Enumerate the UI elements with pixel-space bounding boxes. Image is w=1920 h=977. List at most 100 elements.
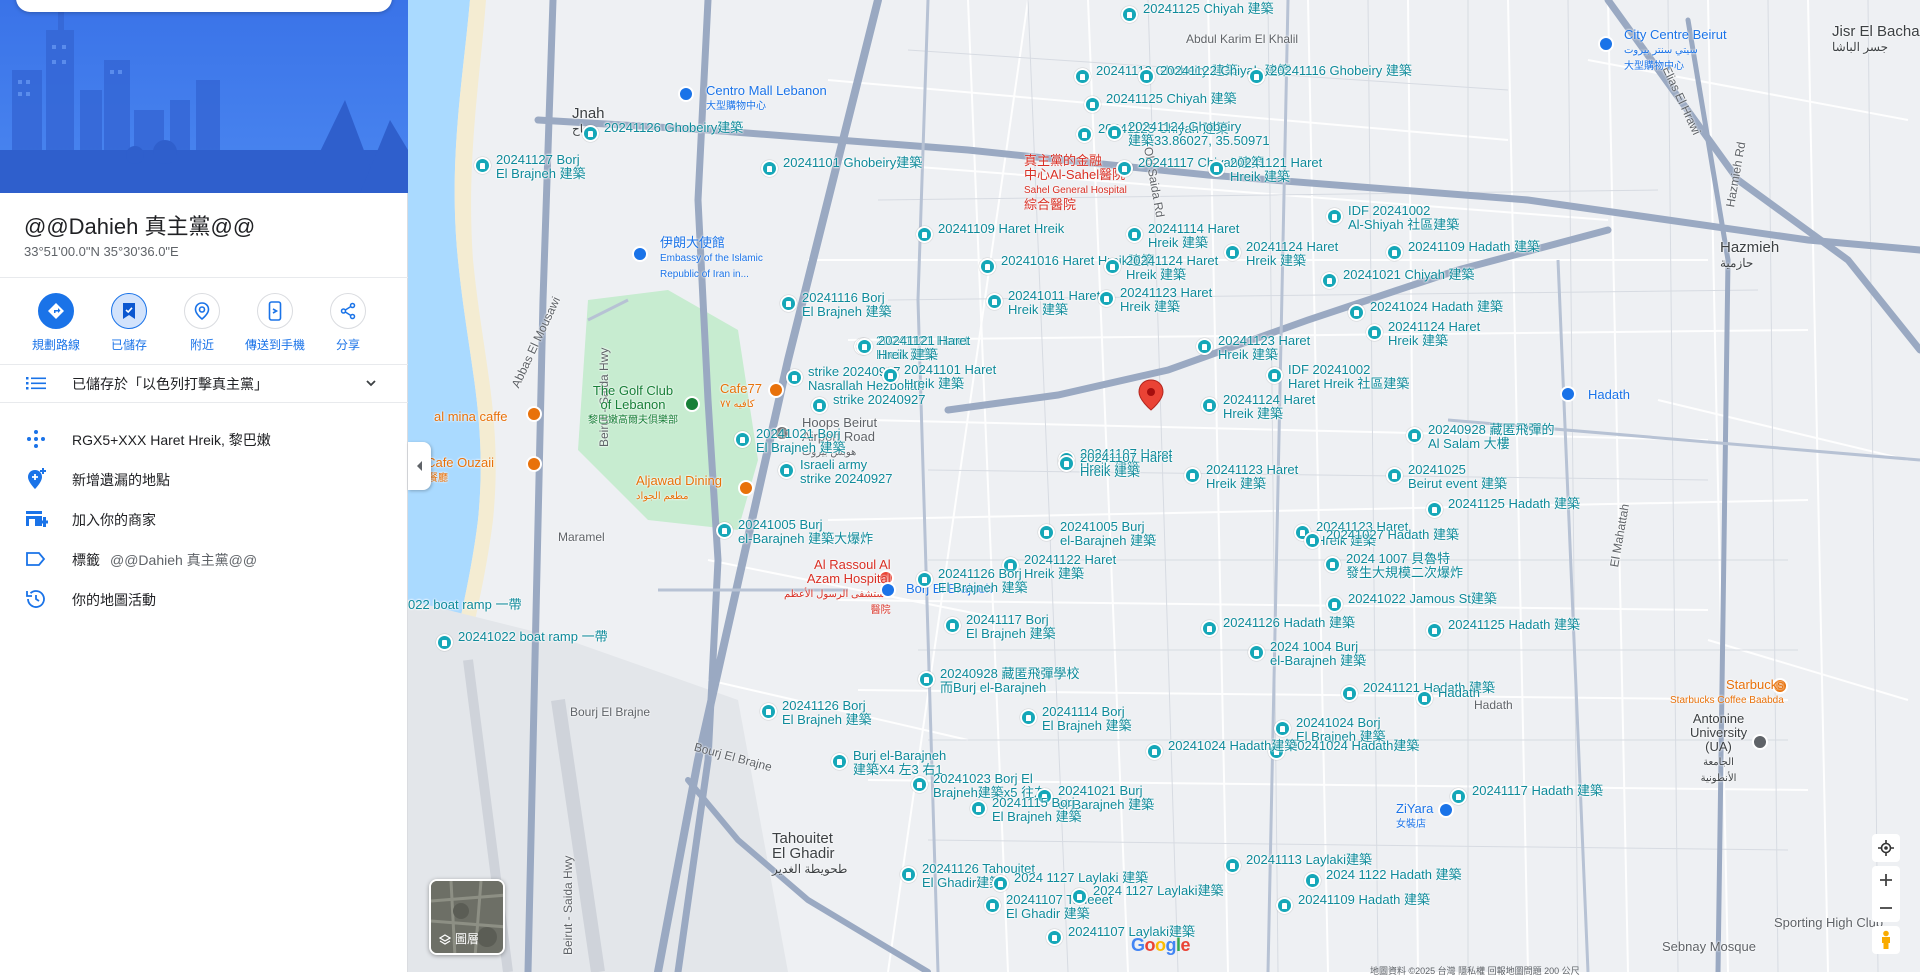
saved-place-label[interactable]: 2024 1127 Laylaki建築	[1093, 884, 1224, 898]
selected-location-marker[interactable]	[1138, 379, 1164, 411]
saved-place-label[interactable]: 20241124 Haret Hreik 建築	[1388, 320, 1480, 348]
saved-place-pin[interactable]	[1386, 244, 1403, 261]
saved-place-pin[interactable]	[1084, 96, 1101, 113]
share-button[interactable]: 分享	[310, 293, 386, 357]
poi-sahel-hospital[interactable]: 真主黨的金融 中心Al-Sahel醫院 Sahel General Hospital…	[1024, 154, 1127, 212]
saved-place-pin[interactable]	[1126, 226, 1143, 243]
saved-place-label[interactable]: 20241005 Burj el-Barajneh 建築	[1060, 520, 1156, 548]
saved-place-pin[interactable]	[1304, 872, 1321, 889]
saved-place-pin[interactable]	[1146, 743, 1163, 760]
saved-place-pin[interactable]	[716, 522, 733, 539]
shopping-mall-icon[interactable]	[1598, 36, 1614, 52]
saved-place-label[interactable]: 20241123 Haret Hreik 建築	[1218, 334, 1310, 362]
saved-place-pin[interactable]	[436, 634, 453, 651]
directions-button[interactable]: 規劃路線	[18, 293, 94, 357]
add-missing-place-row[interactable]: 新增遺漏的地點	[0, 459, 408, 499]
saved-place-pin[interactable]	[1104, 258, 1121, 275]
saved-place-pin[interactable]	[1196, 338, 1213, 355]
poi-antonine-university[interactable]: Antonine University (UA) الجامعة الأنطونية	[1690, 712, 1747, 786]
place-hero-image[interactable]	[0, 0, 408, 193]
poi-city-centre[interactable]: City Centre Beirut سيتي سنتر بيروت 大型購物中心	[1624, 28, 1727, 74]
label-row[interactable]: 標籤 @@Dahieh 真主黨@@	[0, 539, 408, 579]
map-activity-row[interactable]: 你的地圖活動	[0, 579, 408, 619]
poi-al-rassoul-hospital[interactable]: Al Rassoul Al Azam Hospital مستشفى الرسول …	[784, 558, 891, 618]
saved-place-label[interactable]: 20241126 Borj El Brajneh 建築	[938, 567, 1028, 595]
saved-place-label[interactable]: Israeli army strike 20240927	[800, 458, 893, 486]
saved-place-pin[interactable]	[831, 753, 848, 770]
saved-place-pin[interactable]	[1274, 720, 1291, 737]
saved-place-label[interactable]: 20241125 Hadath 建築	[1448, 497, 1580, 511]
saved-place-label[interactable]: 20241125 Chiyah 建築	[1106, 92, 1237, 106]
saved-place-pin[interactable]	[1020, 709, 1037, 726]
saved-place-pin[interactable]	[734, 431, 751, 448]
plus-code-row[interactable]: RGX5+XXX Haret Hreik, 黎巴嫩	[0, 419, 408, 459]
embassy-icon[interactable]	[632, 246, 648, 262]
saved-place-pin[interactable]	[761, 160, 778, 177]
poi-iran-embassy[interactable]: 伊朗大使館 Embassy of the Islamic Republic of I…	[660, 236, 763, 282]
saved-place-label[interactable]: 20240928 藏匿飛彈的 Al Salam 大樓	[1428, 423, 1554, 451]
saved-place-label[interactable]: 20241114 Borj El Brajneh 建築	[1042, 705, 1132, 733]
saved-place-label[interactable]: strike 20240927	[833, 393, 926, 407]
saved-place-label[interactable]: 20241122 Haret Hreik 建築	[1024, 553, 1116, 581]
saved-place-label[interactable]: IDF 20241002 Haret Hreik 社區建築	[1288, 363, 1409, 391]
saved-place-label[interactable]: 20241109 Hadath 建築	[1408, 240, 1540, 254]
cafe-icon[interactable]	[526, 406, 542, 422]
saved-place-label[interactable]: 20241101 Ghobeiry建築	[783, 156, 922, 170]
saved-place-pin[interactable]	[1116, 160, 1133, 177]
cafe-icon[interactable]	[768, 382, 784, 398]
saved-place-pin[interactable]	[992, 875, 1009, 892]
saved-place-pin[interactable]	[780, 295, 797, 312]
poi-aljawad[interactable]: Aljawad Dining مطعم الجواد	[636, 474, 722, 504]
map-canvas[interactable]: Jnahجناح TahouitetEl Ghadirطحويطة الغدير…	[408, 0, 1920, 972]
restaurant-icon[interactable]	[526, 456, 542, 472]
saved-place-pin[interactable]	[778, 462, 795, 479]
saved-place-label[interactable]: 20241024 Hadath 建築	[1370, 300, 1503, 314]
saved-place-label[interactable]: 20241121 Haret Hreik 建築	[878, 334, 970, 362]
poi-sebnay-mosque[interactable]: Sebnay Mosque	[1662, 940, 1756, 954]
saved-place-label[interactable]: 20241021 Chiyah 建築	[1343, 268, 1475, 282]
saved-place-label[interactable]: 20241005 Burj el-Barajneh 建築大爆炸	[738, 518, 873, 546]
saved-place-pin[interactable]	[1184, 467, 1201, 484]
saved-place-pin[interactable]	[1326, 208, 1343, 225]
golf-icon[interactable]	[684, 396, 700, 412]
saved-place-pin[interactable]	[1248, 68, 1265, 85]
poi-starbucks[interactable]: Starbucks Starbucks Coffee Baabda	[1670, 678, 1784, 708]
saved-button[interactable]: 已儲存	[91, 293, 167, 357]
saved-place-label[interactable]: 20241116 Borj El Brajneh 建築	[802, 291, 892, 319]
saved-place-pin[interactable]	[1058, 455, 1075, 472]
saved-place-pin[interactable]	[1266, 367, 1283, 384]
saved-place-pin[interactable]	[1366, 324, 1383, 341]
saved-place-pin[interactable]	[1321, 272, 1338, 289]
saved-place-pin[interactable]	[1074, 68, 1091, 85]
saved-place-pin[interactable]	[1304, 532, 1321, 549]
poi-al-mina[interactable]: al mina caffe	[434, 410, 507, 424]
zoom-out-button[interactable]	[1872, 894, 1900, 922]
shopping-mall-icon[interactable]	[678, 86, 694, 102]
saved-place-pin[interactable]	[970, 800, 987, 817]
saved-place-pin[interactable]	[1426, 501, 1443, 518]
saved-place-label[interactable]: 20241109 Haret Hreik	[938, 222, 1064, 236]
saved-place-label[interactable]: 20241115 Borj El Brajneh 建築	[992, 796, 1082, 824]
saved-place-label[interactable]: 20241117 Borj El Brajneh 建築	[966, 613, 1056, 641]
saved-place-label[interactable]: 20241121 Haret Hreik 建築	[1230, 156, 1322, 184]
transit-icon[interactable]	[880, 582, 896, 598]
saved-place-pin[interactable]	[1276, 897, 1293, 914]
street-view-pegman-button[interactable]	[1872, 926, 1900, 954]
poi-sporting-club[interactable]: Sporting High Club	[1774, 916, 1883, 930]
saved-place-label[interactable]: 20241126 Ghobeiry建築	[604, 121, 743, 135]
saved-place-pin[interactable]	[1406, 427, 1423, 444]
saved-place-pin[interactable]	[944, 617, 961, 634]
transit-icon[interactable]	[1560, 386, 1576, 402]
saved-place-pin[interactable]	[911, 776, 928, 793]
saved-list-row[interactable]: 已儲存於「以色列打擊真主黨」	[0, 364, 408, 402]
search-box[interactable]	[16, 0, 392, 12]
saved-place-label[interactable]: 20241116 Ghobeiry 建築	[1270, 64, 1412, 78]
saved-place-label[interactable]: 2024 1004 Burj el-Barajneh 建築	[1270, 640, 1366, 668]
saved-place-pin[interactable]	[1224, 244, 1241, 261]
saved-place-pin[interactable]	[1348, 304, 1365, 321]
shop-icon[interactable]	[1438, 802, 1454, 818]
saved-place-pin[interactable]	[1138, 68, 1155, 85]
saved-place-pin[interactable]	[1341, 685, 1358, 702]
saved-place-pin[interactable]	[1450, 788, 1467, 805]
poi-golf-club[interactable]: The Golf Club of Lebanon 黎巴嫩高爾夫俱樂部	[588, 384, 678, 428]
